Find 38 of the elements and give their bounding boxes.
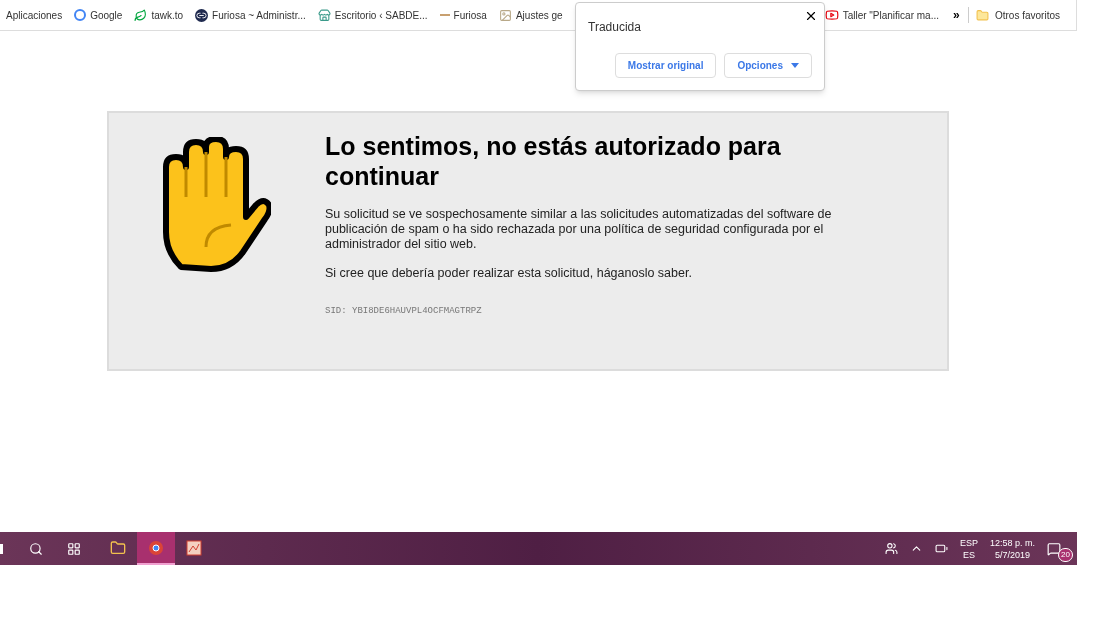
bookmark-folder[interactable]: Otros favoritos bbox=[967, 7, 1068, 23]
notification-count-badge: 20 bbox=[1058, 547, 1073, 562]
folder-icon bbox=[110, 539, 126, 556]
caret-icon bbox=[791, 63, 799, 68]
video-icon bbox=[824, 8, 839, 22]
bookmark-link[interactable]: Escritorio ‹ SABDE... bbox=[311, 7, 434, 23]
keyboard-indicator: ES bbox=[962, 548, 975, 561]
popup-title: Traducida bbox=[588, 19, 641, 36]
image-icon bbox=[498, 8, 512, 22]
browser-icon bbox=[148, 539, 164, 556]
language-indicator: ESP bbox=[959, 536, 978, 549]
bookmark-link[interactable]: Taller "Planificar ma... bbox=[818, 7, 945, 23]
error-title: Lo sentimos, no estás autorizado para continuar bbox=[325, 131, 782, 191]
battery-icon bbox=[934, 542, 948, 555]
bookmark-link[interactable]: Ajustes ge bbox=[492, 7, 569, 23]
clock-date: 5/7/2019 bbox=[994, 548, 1030, 561]
clock-time: 12:58 p. m. bbox=[989, 536, 1035, 549]
store-icon bbox=[317, 8, 331, 22]
folder-icon bbox=[975, 8, 989, 22]
bookmark-link[interactable]: Google bbox=[68, 7, 129, 23]
picture-icon bbox=[186, 539, 202, 556]
people-icon bbox=[884, 542, 898, 555]
bookmark-link[interactable]: tawk.to bbox=[128, 7, 190, 23]
link-icon bbox=[195, 8, 209, 22]
taskbar-app-button[interactable] bbox=[137, 532, 175, 565]
more-bookmarks-button[interactable]: » bbox=[945, 6, 968, 24]
bookmark-link[interactable]: Furiosa bbox=[433, 7, 493, 23]
error-hint: Si cree que debería poder realizar esta solicitud, háganoslo saber. bbox=[325, 265, 693, 282]
error-message: Su solicitud se ve sospechosamente similar a las solicitudes automatizadas del software de publicación de spam o ha sido rechazada por una política de seguridad configurada por el administrador del sitio web. bbox=[325, 207, 833, 252]
raised-hand-icon bbox=[161, 137, 271, 272]
show-original-button[interactable]: Mostrar original bbox=[614, 53, 717, 78]
close-button[interactable] bbox=[804, 9, 818, 23]
session-id: SID: YBI8DE6HAUVPL4OCFMAGTRPZ bbox=[325, 304, 483, 318]
dash-icon bbox=[439, 14, 450, 16]
bookmark-link[interactable]: Furiosa ~ Administr... bbox=[189, 7, 312, 23]
leaf-icon bbox=[134, 8, 148, 22]
options-dropdown[interactable]: Opciones bbox=[724, 53, 812, 78]
bookmark-link[interactable]: Aplicaciones bbox=[0, 7, 69, 23]
